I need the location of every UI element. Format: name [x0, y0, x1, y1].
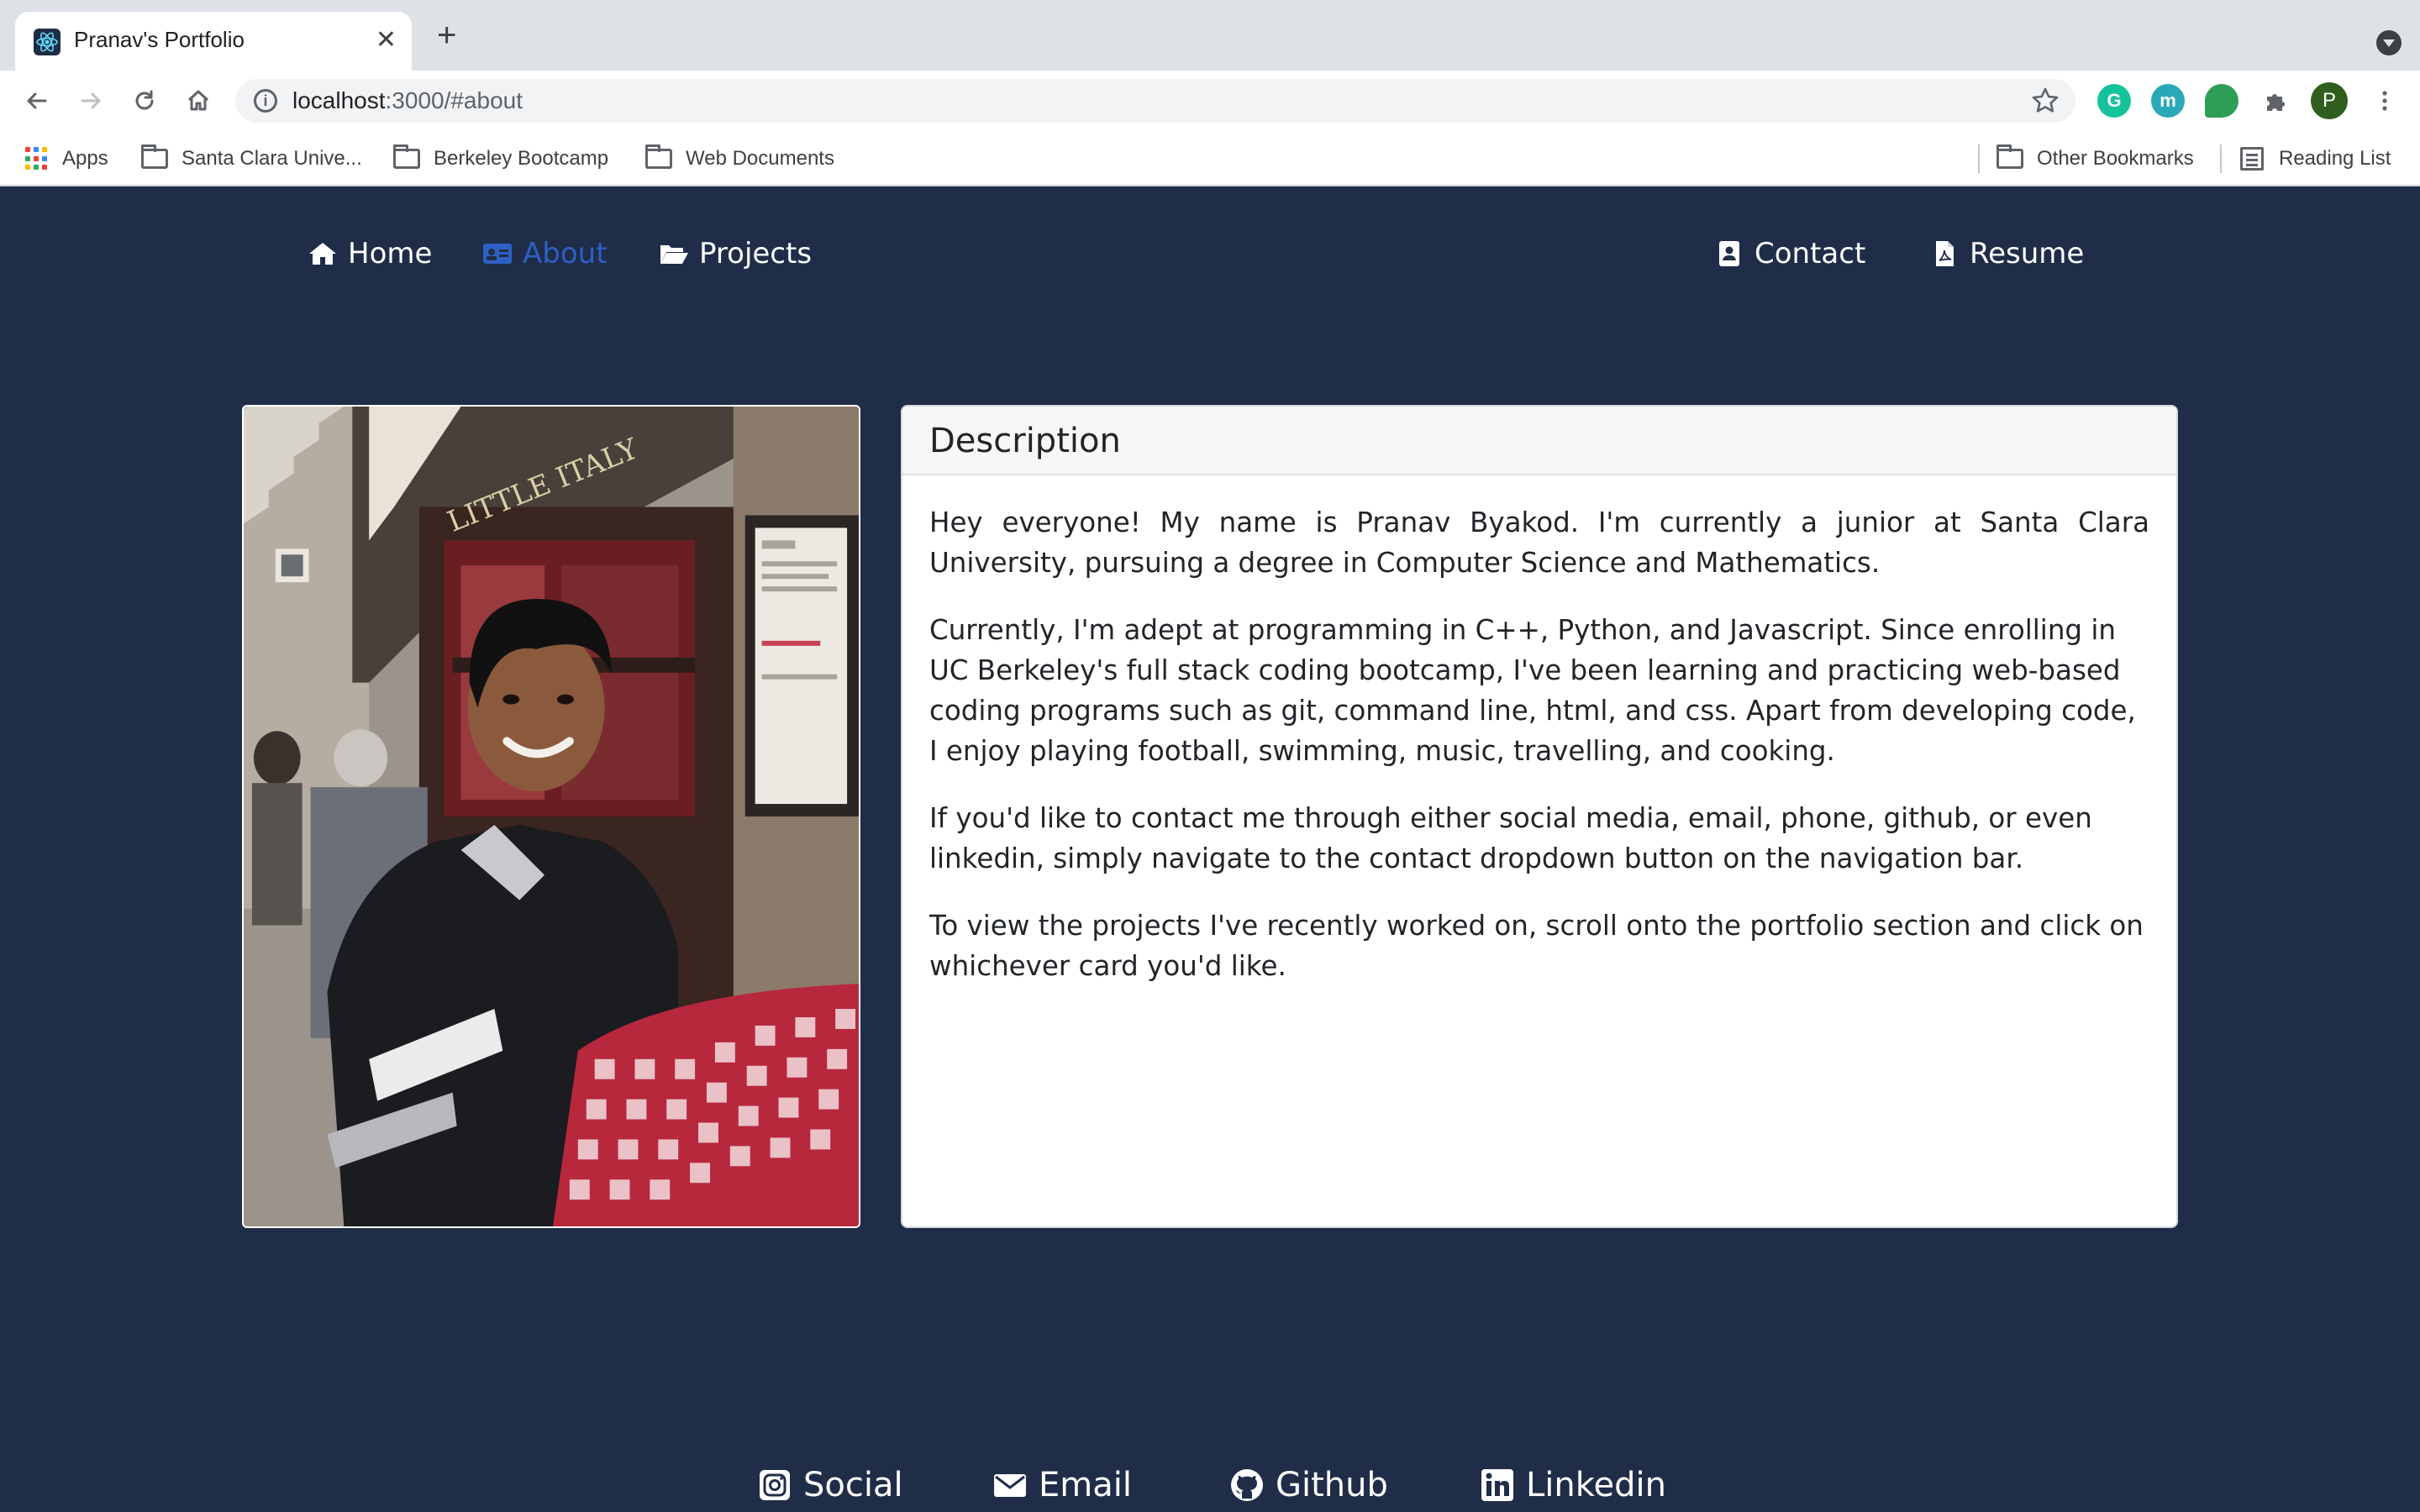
- site-info-icon[interactable]: i: [254, 89, 277, 113]
- nav-home-label: Home: [348, 237, 433, 270]
- bookmark-label: Web Documents: [686, 147, 834, 170]
- chat-extension-icon[interactable]: [2205, 84, 2238, 118]
- nav-projects-label: Projects: [699, 237, 813, 270]
- bookmark-web-documents[interactable]: Web Documents: [645, 144, 834, 173]
- nav-about-label: About: [523, 237, 608, 270]
- grammarly-extension-icon[interactable]: G: [2097, 84, 2131, 118]
- tab-search-icon[interactable]: [2376, 30, 2402, 55]
- url-host: localhost: [292, 87, 386, 113]
- bookmark-star-icon[interactable]: [2030, 86, 2060, 116]
- browser-menu-icon[interactable]: [2366, 82, 2403, 119]
- folder-icon: [393, 144, 420, 169]
- footer-github-label: Github: [1276, 1466, 1388, 1504]
- url-text: localhost:3000/#about: [292, 87, 523, 114]
- about-paragraph: Currently, I'm adept at programming in C…: [929, 614, 2136, 767]
- tab-close-icon[interactable]: ✕: [376, 25, 397, 55]
- m-extension-icon[interactable]: m: [2151, 84, 2185, 118]
- browser-tab-strip: Pranav's Portfolio ✕ +: [0, 0, 2420, 71]
- envelope-icon: [994, 1474, 1026, 1497]
- about-paragraph: If you'd like to contact me through eith…: [929, 802, 2092, 874]
- tab-title: Pranav's Portfolio: [74, 27, 245, 52]
- description-card: Description Hey everyone! My name is Pra…: [901, 405, 2178, 1228]
- footer-linkedin-label: Linkedin: [1526, 1466, 1666, 1504]
- back-icon[interactable]: [18, 82, 55, 119]
- reload-icon[interactable]: [126, 82, 163, 119]
- bookmarks-bar: Apps Santa Clara Unive... Berkeley Bootc…: [0, 131, 2420, 186]
- address-bar[interactable]: i localhost:3000/#about: [235, 79, 2075, 123]
- bookmark-santa-clara[interactable]: Santa Clara Unive...: [141, 144, 362, 173]
- bookmark-berkeley-bootcamp[interactable]: Berkeley Bootcamp: [393, 144, 608, 173]
- nav-contact[interactable]: Contact: [1714, 235, 1865, 272]
- reading-list-button[interactable]: Reading List: [2240, 144, 2391, 173]
- instagram-icon: [760, 1470, 790, 1500]
- profile-photo: LITTLE ITALY: [242, 405, 860, 1228]
- footer-social-label: Social: [803, 1466, 903, 1504]
- new-tab-button[interactable]: +: [437, 18, 456, 52]
- browser-tab[interactable]: Pranav's Portfolio ✕: [15, 12, 412, 71]
- footer-email-link[interactable]: Email: [993, 1462, 1132, 1509]
- reading-list-label: Reading List: [2279, 147, 2391, 170]
- footer-github-link[interactable]: Github: [1230, 1462, 1388, 1509]
- bookmark-other-bookmarks[interactable]: Other Bookmarks: [1996, 144, 2194, 173]
- bookmark-label: Apps: [62, 147, 108, 170]
- folder-open-icon: [660, 245, 688, 264]
- nav-home[interactable]: Home: [308, 235, 432, 272]
- folder-icon: [141, 144, 168, 169]
- nav-contact-label: Contact: [1754, 237, 1866, 270]
- apps-grid-icon: [25, 147, 49, 171]
- card-body: Hey everyone! My name is Pranav Byakod. …: [902, 475, 2176, 986]
- about-paragraph: Hey everyone! My name is Pranav Byakod. …: [929, 507, 2149, 579]
- home-browser-icon[interactable]: [180, 82, 217, 119]
- folder-icon: [645, 144, 672, 169]
- forward-icon[interactable]: [72, 82, 109, 119]
- id-card-icon: [483, 244, 512, 264]
- linkedin-icon: [1481, 1469, 1513, 1501]
- footer-linkedin-link[interactable]: Linkedin: [1481, 1462, 1666, 1509]
- folder-icon: [1996, 144, 2023, 169]
- bookmark-label: Berkeley Bootcamp: [434, 147, 609, 170]
- bookmarks-divider: [2220, 144, 2222, 173]
- profile-avatar[interactable]: P: [2311, 82, 2348, 119]
- footer-social-link[interactable]: Social: [758, 1462, 903, 1509]
- address-book-icon: [1719, 241, 1739, 266]
- bookmark-label: Santa Clara Unive...: [182, 147, 362, 170]
- card-header: Description: [902, 407, 2176, 475]
- url-path: :3000/#about: [385, 87, 523, 113]
- bookmarks-divider: [1978, 144, 1980, 173]
- nav-projects[interactable]: Projects: [659, 235, 812, 272]
- browser-toolbar: i localhost:3000/#about G m P: [0, 71, 2420, 131]
- extensions-puzzle-icon[interactable]: [2257, 82, 2294, 119]
- nav-resume-label: Resume: [1970, 237, 2085, 270]
- bookmark-label: Other Bookmarks: [2037, 147, 2194, 170]
- reading-list-icon: [2240, 147, 2264, 171]
- home-icon: [309, 243, 336, 265]
- nav-resume[interactable]: Resume: [1929, 235, 2084, 272]
- about-paragraph: To view the projects I've recently worke…: [929, 910, 2144, 982]
- nav-about[interactable]: About: [482, 235, 608, 272]
- react-favicon-icon: [34, 29, 60, 55]
- bookmark-apps[interactable]: Apps: [25, 144, 108, 173]
- file-pdf-icon: [1936, 241, 1954, 266]
- github-icon: [1231, 1469, 1263, 1501]
- footer-email-label: Email: [1039, 1466, 1132, 1504]
